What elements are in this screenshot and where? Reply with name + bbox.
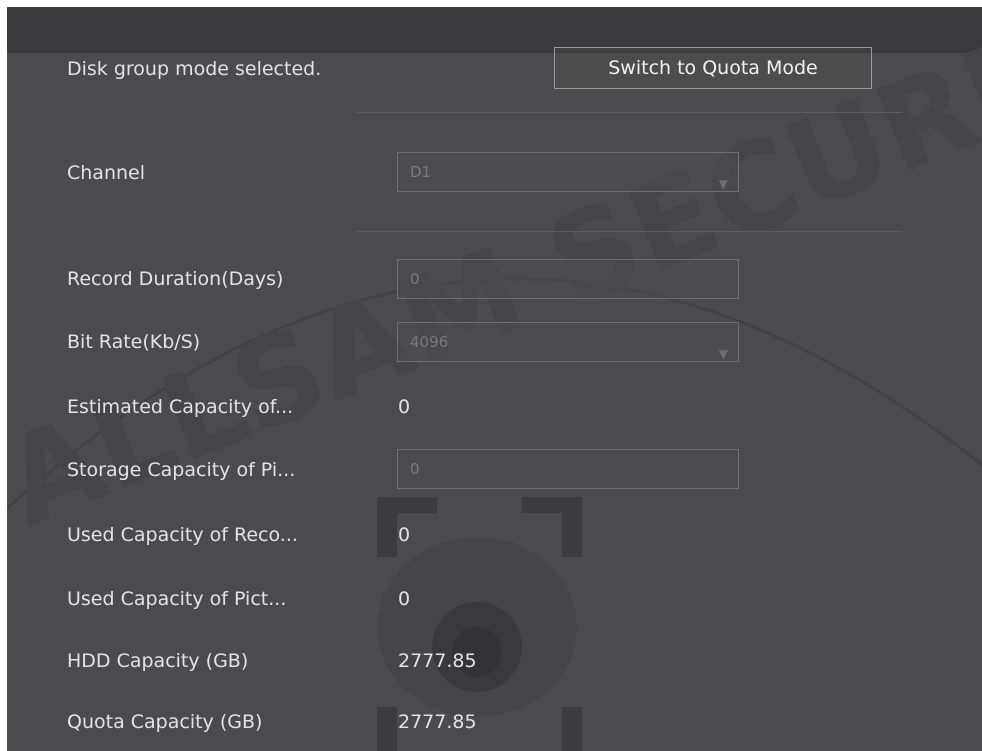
quota-capacity-value: 2777.85 — [398, 711, 477, 733]
channel-label: Channel — [67, 162, 146, 184]
used-capacity-record-value: 0 — [398, 524, 411, 546]
record-duration-input[interactable]: 0 — [397, 259, 739, 299]
hdd-capacity-label: HDD Capacity (GB) — [67, 650, 249, 672]
channel-select[interactable]: D1 ▼ — [397, 152, 739, 192]
quota-capacity-label: Quota Capacity (GB) — [67, 711, 263, 733]
chevron-down-icon: ▼ — [718, 177, 728, 191]
bit-rate-select-value: 4096 — [410, 333, 449, 351]
storage-settings-panel: ALLSAM SECURITY Disk group mode selected… — [7, 7, 982, 751]
used-capacity-picture-label: Used Capacity of Pict... — [67, 588, 287, 610]
hdd-capacity-value: 2777.85 — [398, 650, 477, 672]
bit-rate-select[interactable]: 4096 ▼ — [397, 322, 739, 362]
divider — [357, 231, 902, 232]
switch-to-quota-mode-button[interactable]: Switch to Quota Mode — [554, 47, 872, 89]
estimated-capacity-label: Estimated Capacity of... — [67, 396, 294, 418]
watermark-logo: ALLSAM SECURITY — [7, 7, 982, 751]
storage-capacity-input[interactable]: 0 — [397, 449, 739, 489]
storage-capacity-label: Storage Capacity of Pi... — [67, 459, 296, 481]
used-capacity-record-label: Used Capacity of Reco... — [67, 524, 298, 546]
record-duration-label: Record Duration(Days) — [67, 268, 284, 290]
channel-select-value: D1 — [410, 163, 432, 181]
divider — [357, 112, 902, 113]
chevron-down-icon: ▼ — [718, 347, 728, 361]
estimated-capacity-value: 0 — [398, 396, 411, 418]
mode-status-text: Disk group mode selected. — [67, 58, 322, 80]
used-capacity-picture-value: 0 — [398, 588, 411, 610]
bit-rate-label: Bit Rate(Kb/S) — [67, 331, 201, 353]
